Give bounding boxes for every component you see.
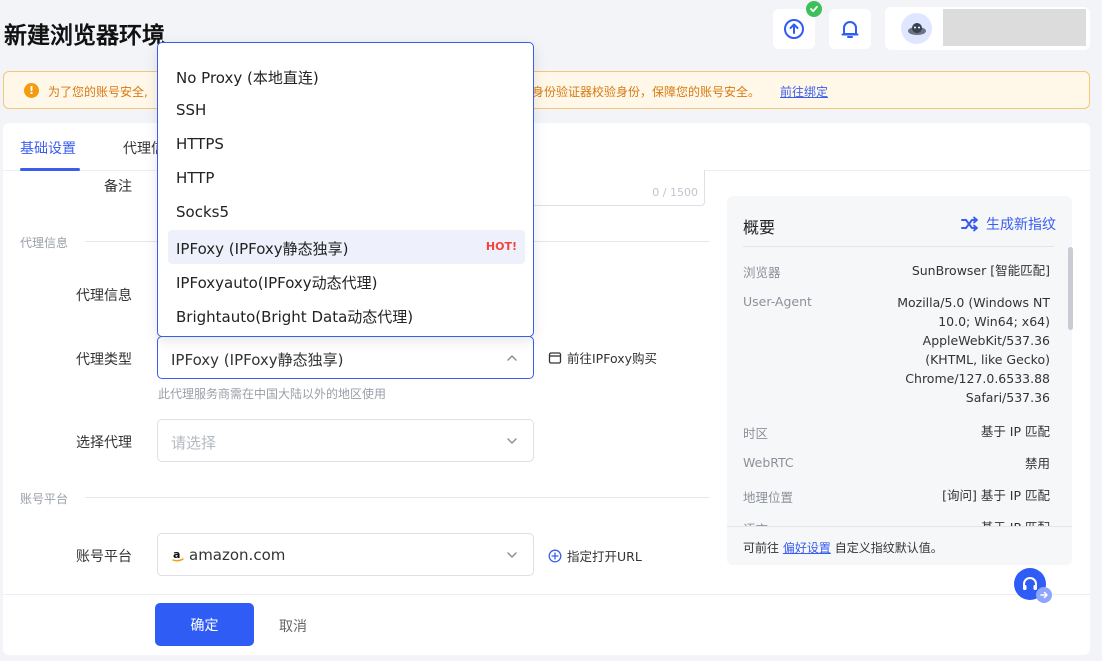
sync-button[interactable] xyxy=(773,1,822,49)
select-proxy-label: 选择代理 xyxy=(76,435,132,451)
notification-button[interactable] xyxy=(829,9,871,49)
account-platform-text: amazon.com xyxy=(189,546,286,564)
proxy-type-dropdown: No Proxy (本地直连) SSH HTTPS HTTP Socks5 IP… xyxy=(157,42,534,337)
overview-webrtc-value: 禁用 xyxy=(1024,456,1050,471)
overview-browser-value: SunBrowser [智能匹配] xyxy=(911,263,1050,278)
warning-icon: ! xyxy=(24,83,39,98)
generate-fingerprint-button[interactable]: 生成新指纹 xyxy=(961,214,1056,234)
chevron-down-icon xyxy=(507,552,517,558)
bell-icon xyxy=(841,21,859,38)
overview-panel: 概要 生成新指纹 浏览器 SunBrowser [智能匹配] User-Agen… xyxy=(727,196,1072,565)
overview-ua-label: User-Agent xyxy=(743,294,812,309)
section-account-divider xyxy=(85,497,710,498)
footer-divider xyxy=(3,594,1090,595)
remark-textarea[interactable]: 0 / 1500 xyxy=(520,170,705,206)
specify-url-link[interactable]: 指定打开URL xyxy=(548,546,642,565)
chevron-up-icon xyxy=(507,355,517,361)
ua-line: Mozilla/5.0 (Windows NT xyxy=(897,295,1050,310)
overview-scrollbar[interactable] xyxy=(1068,247,1073,330)
avatar-icon xyxy=(901,13,932,44)
buy-ipfoxy-link[interactable]: 前往IPFoxy购买 xyxy=(548,348,657,367)
proxy-type-label: 代理类型 xyxy=(76,352,132,368)
remark-label: 备注 xyxy=(104,179,132,195)
proxy-type-select[interactable]: IPFoxy (IPFoxy静态独享) xyxy=(157,336,534,379)
notice-text-left: 为了您的账号安全, xyxy=(48,85,148,99)
dropdown-option-brightauto[interactable]: Brightauto(Bright Data动态代理) xyxy=(168,298,525,332)
ua-line: Safari/537.36 xyxy=(965,390,1050,405)
account-platform-select[interactable]: a amazon.com xyxy=(157,533,534,576)
overview-footer-suffix: 自定义指纹默认值。 xyxy=(834,541,943,555)
hot-badge: HOT! xyxy=(485,240,517,253)
ua-line: AppleWebKit/537.36 xyxy=(922,333,1050,348)
overview-footer-text: 可前往 偏好设置 自定义指纹默认值。 xyxy=(743,539,943,556)
dropdown-option-label: Socks5 xyxy=(176,203,229,221)
check-badge-icon xyxy=(806,1,822,17)
buy-ipfoxy-link-label: 前往IPFoxy购买 xyxy=(567,351,658,366)
overview-webrtc-label: WebRTC xyxy=(743,455,794,470)
dropdown-option-label: HTTP xyxy=(176,169,215,187)
ua-line: Chrome/127.0.6533.88 xyxy=(905,371,1050,386)
username-redacted xyxy=(943,9,1086,46)
account-platform-label: 账号平台 xyxy=(76,549,132,565)
dropdown-option-no-proxy[interactable]: No Proxy (本地直连) xyxy=(168,59,525,93)
dropdown-option-https[interactable]: HTTPS xyxy=(168,127,525,161)
dropdown-option-label: IPFoxy (IPFoxy静态独享) xyxy=(176,240,349,258)
preference-settings-link[interactable]: 偏好设置 xyxy=(783,541,831,555)
select-proxy-placeholder: 请选择 xyxy=(171,434,217,452)
bind-link[interactable]: 前往绑定 xyxy=(780,83,828,100)
cancel-button[interactable]: 取消 xyxy=(279,616,307,636)
ua-line: (KHTML, like Gecko) xyxy=(925,352,1050,367)
dropdown-option-ssh[interactable]: SSH xyxy=(168,93,525,127)
notice-text-right: 身份验证器校验身份，保障您的账号安全。 xyxy=(532,85,761,99)
external-window-icon xyxy=(548,351,562,364)
select-proxy-select[interactable]: 请选择 xyxy=(157,419,534,462)
specify-url-label: 指定打开URL xyxy=(567,549,642,564)
amazon-logo-icon: a xyxy=(172,548,184,562)
account-platform-value: a amazon.com xyxy=(171,546,285,564)
proxy-type-value: IPFoxy (IPFoxy静态独享) xyxy=(171,351,344,369)
section-proxy-label: 代理信息 xyxy=(20,236,69,250)
overview-ua-value: Mozilla/5.0 (Windows NT 10.0; Win64; x64… xyxy=(897,293,1050,407)
overview-footer: 可前往 偏好设置 自定义指纹默认值。 xyxy=(727,526,1072,565)
user-menu[interactable] xyxy=(885,7,1090,50)
dropdown-option-ipfoxy[interactable]: IPFoxy (IPFoxy静态独享) HOT! xyxy=(168,230,525,264)
generate-fingerprint-label: 生成新指纹 xyxy=(986,217,1056,233)
ua-line: 10.0; Win64; x64) xyxy=(938,314,1050,329)
overview-geo-value: [询问] 基于 IP 匹配 xyxy=(942,488,1050,503)
svg-text:a: a xyxy=(173,548,180,561)
dropdown-option-label: Brightauto(Bright Data动态代理) xyxy=(176,308,414,326)
proxy-type-hint: 此代理服务商需在中国大陆以外的地区使用 xyxy=(158,387,387,401)
overview-timezone-value: 基于 IP 匹配 xyxy=(980,424,1050,439)
dropdown-option-ipfoxyauto[interactable]: IPFoxyauto(IPFoxy动态代理) xyxy=(168,264,525,298)
remark-char-count: 0 / 1500 xyxy=(652,186,698,199)
plus-circle-icon xyxy=(548,549,562,562)
overview-footer-prefix: 可前往 xyxy=(743,541,780,555)
chevron-down-icon xyxy=(507,438,517,444)
tab-active-indicator xyxy=(20,168,80,171)
dropdown-option-http[interactable]: HTTP xyxy=(168,161,525,195)
dropdown-option-label: IPFoxyauto(IPFoxy动态代理) xyxy=(176,274,378,292)
arrow-right-icon xyxy=(1036,587,1052,603)
dropdown-option-socks5[interactable]: Socks5 xyxy=(168,195,525,229)
confirm-button[interactable]: 确定 xyxy=(155,603,254,646)
sync-icon xyxy=(784,19,804,39)
overview-timezone-label: 时区 xyxy=(743,426,769,441)
page-title: 新建浏览器环境 xyxy=(4,23,165,49)
dropdown-option-label: HTTPS xyxy=(176,135,224,153)
proxy-info-label: 代理信息 xyxy=(76,288,132,304)
overview-separator xyxy=(743,246,1054,247)
shuffle-icon xyxy=(961,216,978,232)
dropdown-option-label: SSH xyxy=(176,101,207,119)
overview-geo-label: 地理位置 xyxy=(743,490,794,505)
section-account-label: 账号平台 xyxy=(20,492,69,506)
dropdown-option-label: No Proxy (本地直连) xyxy=(176,69,319,87)
overview-browser-label: 浏览器 xyxy=(743,265,781,280)
overview-title: 概要 xyxy=(743,218,776,237)
tab-basic-settings[interactable]: 基础设置 xyxy=(20,138,76,158)
